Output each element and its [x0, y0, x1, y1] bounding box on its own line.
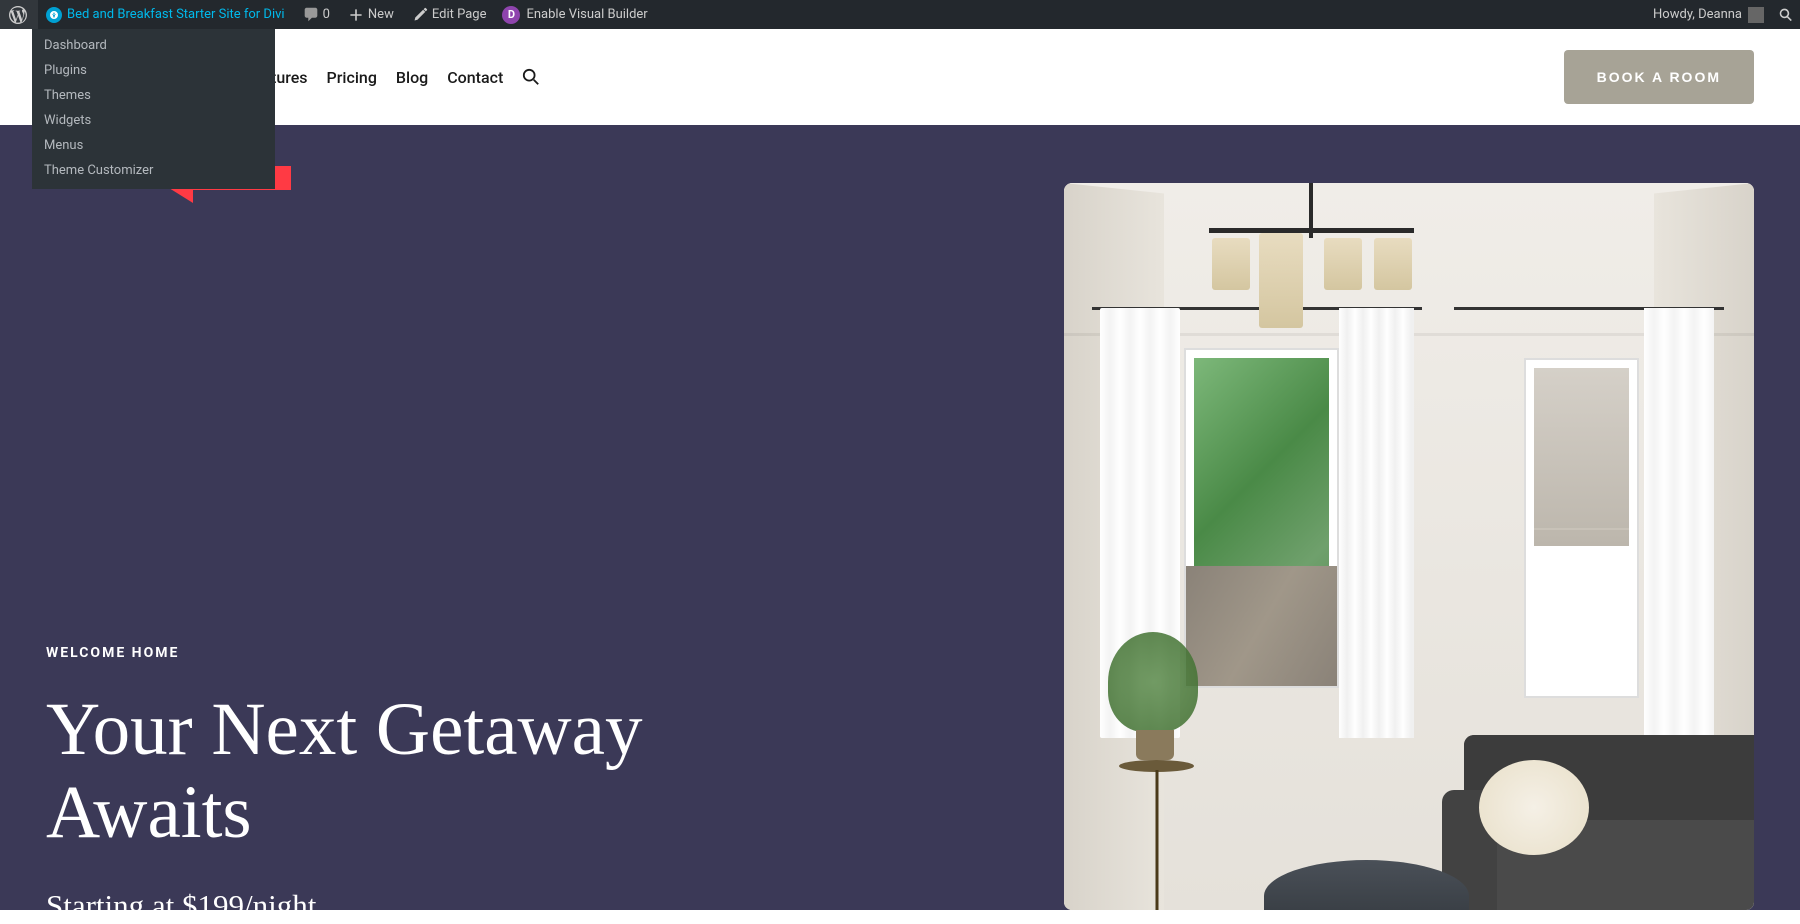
nav-pricing[interactable]: Pricing: [327, 68, 377, 87]
admin-search[interactable]: [1772, 0, 1800, 29]
edit-page-menu[interactable]: Edit Page: [402, 0, 495, 29]
nav-blog[interactable]: Blog: [396, 68, 428, 87]
dropdown-widgets[interactable]: Widgets: [32, 108, 275, 133]
search-icon: [522, 68, 540, 86]
dashboard-icon: [46, 7, 62, 23]
visual-builder-menu[interactable]: D Enable Visual Builder: [494, 0, 655, 29]
site-name-menu[interactable]: Bed and Breakfast Starter Site for Divi: [38, 0, 293, 29]
site-dropdown: Dashboard Plugins Themes Widgets Menus T…: [32, 29, 275, 189]
nav-contact[interactable]: Contact: [447, 68, 503, 87]
comments-icon: [301, 5, 321, 25]
visual-builder-label: Enable Visual Builder: [526, 7, 647, 22]
new-content-menu[interactable]: New: [338, 0, 402, 29]
hero-section: WELCOME HOME Your Next Getaway Awaits St…: [0, 125, 1800, 910]
dropdown-dashboard[interactable]: Dashboard: [32, 33, 275, 58]
pencil-icon: [410, 5, 430, 25]
nav-search[interactable]: [522, 68, 540, 86]
hero-title: Your Next Getaway Awaits: [46, 689, 800, 854]
comments-menu[interactable]: 0: [293, 0, 338, 29]
dropdown-menus[interactable]: Menus: [32, 133, 275, 158]
dropdown-theme-customizer[interactable]: Theme Customizer: [32, 158, 275, 183]
new-label: New: [368, 7, 394, 22]
wordpress-icon: [8, 5, 28, 25]
edit-page-label: Edit Page: [432, 7, 487, 22]
site-name-label: Bed and Breakfast Starter Site for Divi: [67, 7, 285, 22]
nav-features[interactable]: tures: [271, 68, 308, 87]
hero-image: [1064, 183, 1754, 910]
howdy-label: Howdy, Deanna: [1653, 7, 1742, 22]
book-room-button[interactable]: BOOK A ROOM: [1564, 50, 1754, 104]
dropdown-plugins[interactable]: Plugins: [32, 58, 275, 83]
comments-count: 0: [323, 7, 330, 22]
dropdown-themes[interactable]: Themes: [32, 83, 275, 108]
hero-eyebrow: WELCOME HOME: [46, 645, 800, 661]
divi-icon: D: [502, 6, 520, 24]
search-icon: [1778, 7, 1794, 23]
hero-subtitle: Starting at $199/night: [46, 888, 800, 924]
wp-admin-bar: Bed and Breakfast Starter Site for Divi …: [0, 0, 1800, 29]
account-menu[interactable]: Howdy, Deanna: [1645, 0, 1772, 29]
wp-logo[interactable]: [0, 0, 38, 29]
avatar: [1748, 7, 1764, 23]
plus-icon: [346, 5, 366, 25]
